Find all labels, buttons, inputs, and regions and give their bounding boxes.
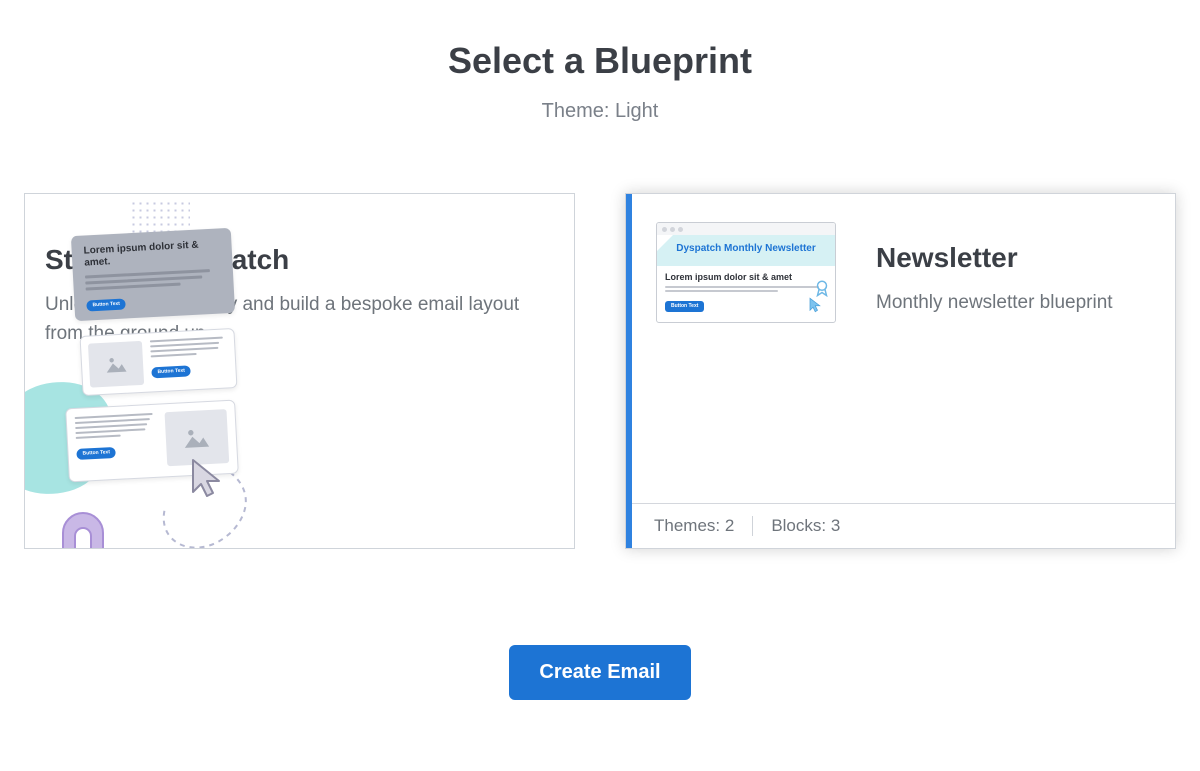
scratch-preview: Lorem ipsum dolor sit & amet. Button Tex… — [25, 194, 255, 548]
cursor-icon — [807, 296, 825, 314]
newsletter-card-text: Newsletter Monthly newsletter blueprint — [856, 194, 1175, 548]
newsletter-body-heading: Lorem ipsum dolor sit & amet — [665, 272, 827, 283]
newsletter-header-title: Dyspatch Monthly Newsletter — [663, 243, 829, 256]
newsletter-header: Dyspatch Monthly Newsletter — [657, 235, 835, 266]
themes-count: Themes: 2 — [654, 516, 734, 536]
page-subtitle: Theme: Light — [542, 100, 659, 123]
image-placeholder-icon — [88, 341, 144, 388]
newsletter-body: Lorem ipsum dolor sit & amet Button Text — [657, 266, 835, 323]
preview-button-pill: Button Text — [665, 301, 704, 312]
preview-button-pill: Button Text — [151, 365, 191, 378]
blocks-count: Blocks: 3 — [771, 516, 840, 536]
magnet-icon — [53, 508, 113, 548]
newsletter-card-description: Monthly newsletter blueprint — [876, 288, 1151, 317]
browser-chrome — [657, 223, 835, 235]
blueprint-card-newsletter[interactable]: Dyspatch Monthly Newsletter Lorem ipsum … — [625, 193, 1176, 549]
ribbon-icon — [813, 279, 831, 297]
newsletter-preview: Dyspatch Monthly Newsletter Lorem ipsum … — [626, 194, 856, 548]
preview-block-heading: Lorem ipsum dolor sit & amet. Button Tex… — [71, 228, 235, 321]
cursor-icon — [185, 454, 233, 502]
blueprint-cards: Lorem ipsum dolor sit & amet. Button Tex… — [0, 193, 1200, 549]
page-title: Select a Blueprint — [448, 40, 752, 82]
blueprint-card-scratch[interactable]: Lorem ipsum dolor sit & amet. Button Tex… — [24, 193, 575, 549]
browser-frame: Dyspatch Monthly Newsletter Lorem ipsum … — [656, 222, 836, 323]
preview-button-pill: Button Text — [76, 446, 116, 459]
newsletter-card-footer: Themes: 2 Blocks: 3 — [632, 503, 1175, 548]
create-email-button[interactable]: Create Email — [509, 645, 690, 700]
footer-divider — [752, 516, 753, 536]
newsletter-card-title: Newsletter — [876, 242, 1151, 274]
preview-block-image-left: Button Text — [80, 328, 238, 396]
preview-button-pill: Button Text — [86, 298, 126, 311]
preview-block-heading-text: Lorem ipsum dolor sit & amet. — [83, 238, 220, 269]
